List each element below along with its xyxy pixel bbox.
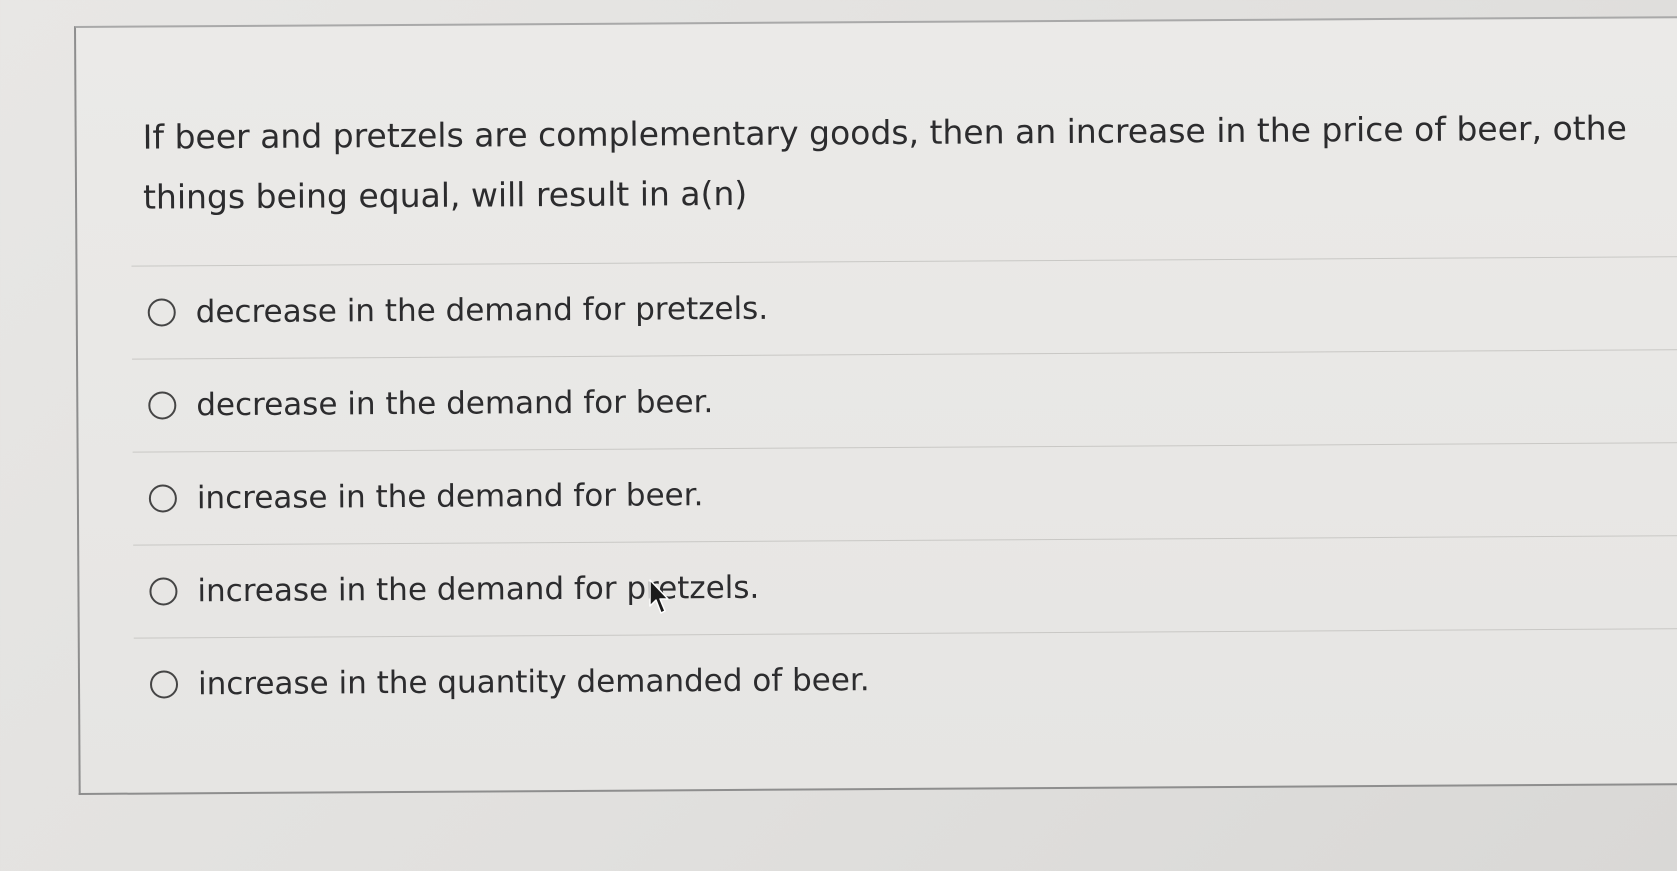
answer-option-5[interactable]: increase in the quantity demanded of bee… [134,629,1677,731]
answer-option-4[interactable]: increase in the demand for pretzels. [133,536,1677,638]
option-label: increase in the demand for pretzels. [197,569,760,610]
question-text: If beer and pretzels are complementary g… [142,98,1677,228]
radio-button-icon[interactable] [149,670,179,699]
radio-button-icon[interactable] [148,391,177,420]
question-line-2: things being equal, will result in a(n) [142,173,748,217]
mouse-pointer-icon [649,579,669,614]
question-card: If beer and pretzels are complementary g… [74,15,1677,795]
radio-button-icon[interactable] [148,484,177,513]
option-label: increase in the demand for beer. [196,477,704,517]
answer-option-2[interactable]: decrease in the demand for beer. [132,350,1677,452]
answer-options: decrease in the demand for pretzels. dec… [131,255,1677,731]
question-line-1: If beer and pretzels are complementary g… [142,108,1627,157]
radio-button-icon[interactable] [147,298,176,327]
radio-button-icon[interactable] [149,577,178,606]
option-label: decrease in the demand for pretzels. [195,290,769,331]
answer-option-1[interactable]: decrease in the demand for pretzels. [131,257,1677,359]
option-label: decrease in the demand for beer. [196,384,714,424]
answer-option-3[interactable]: increase in the demand for beer. [133,443,1677,545]
option-label: increase in the quantity demanded of bee… [197,662,870,703]
